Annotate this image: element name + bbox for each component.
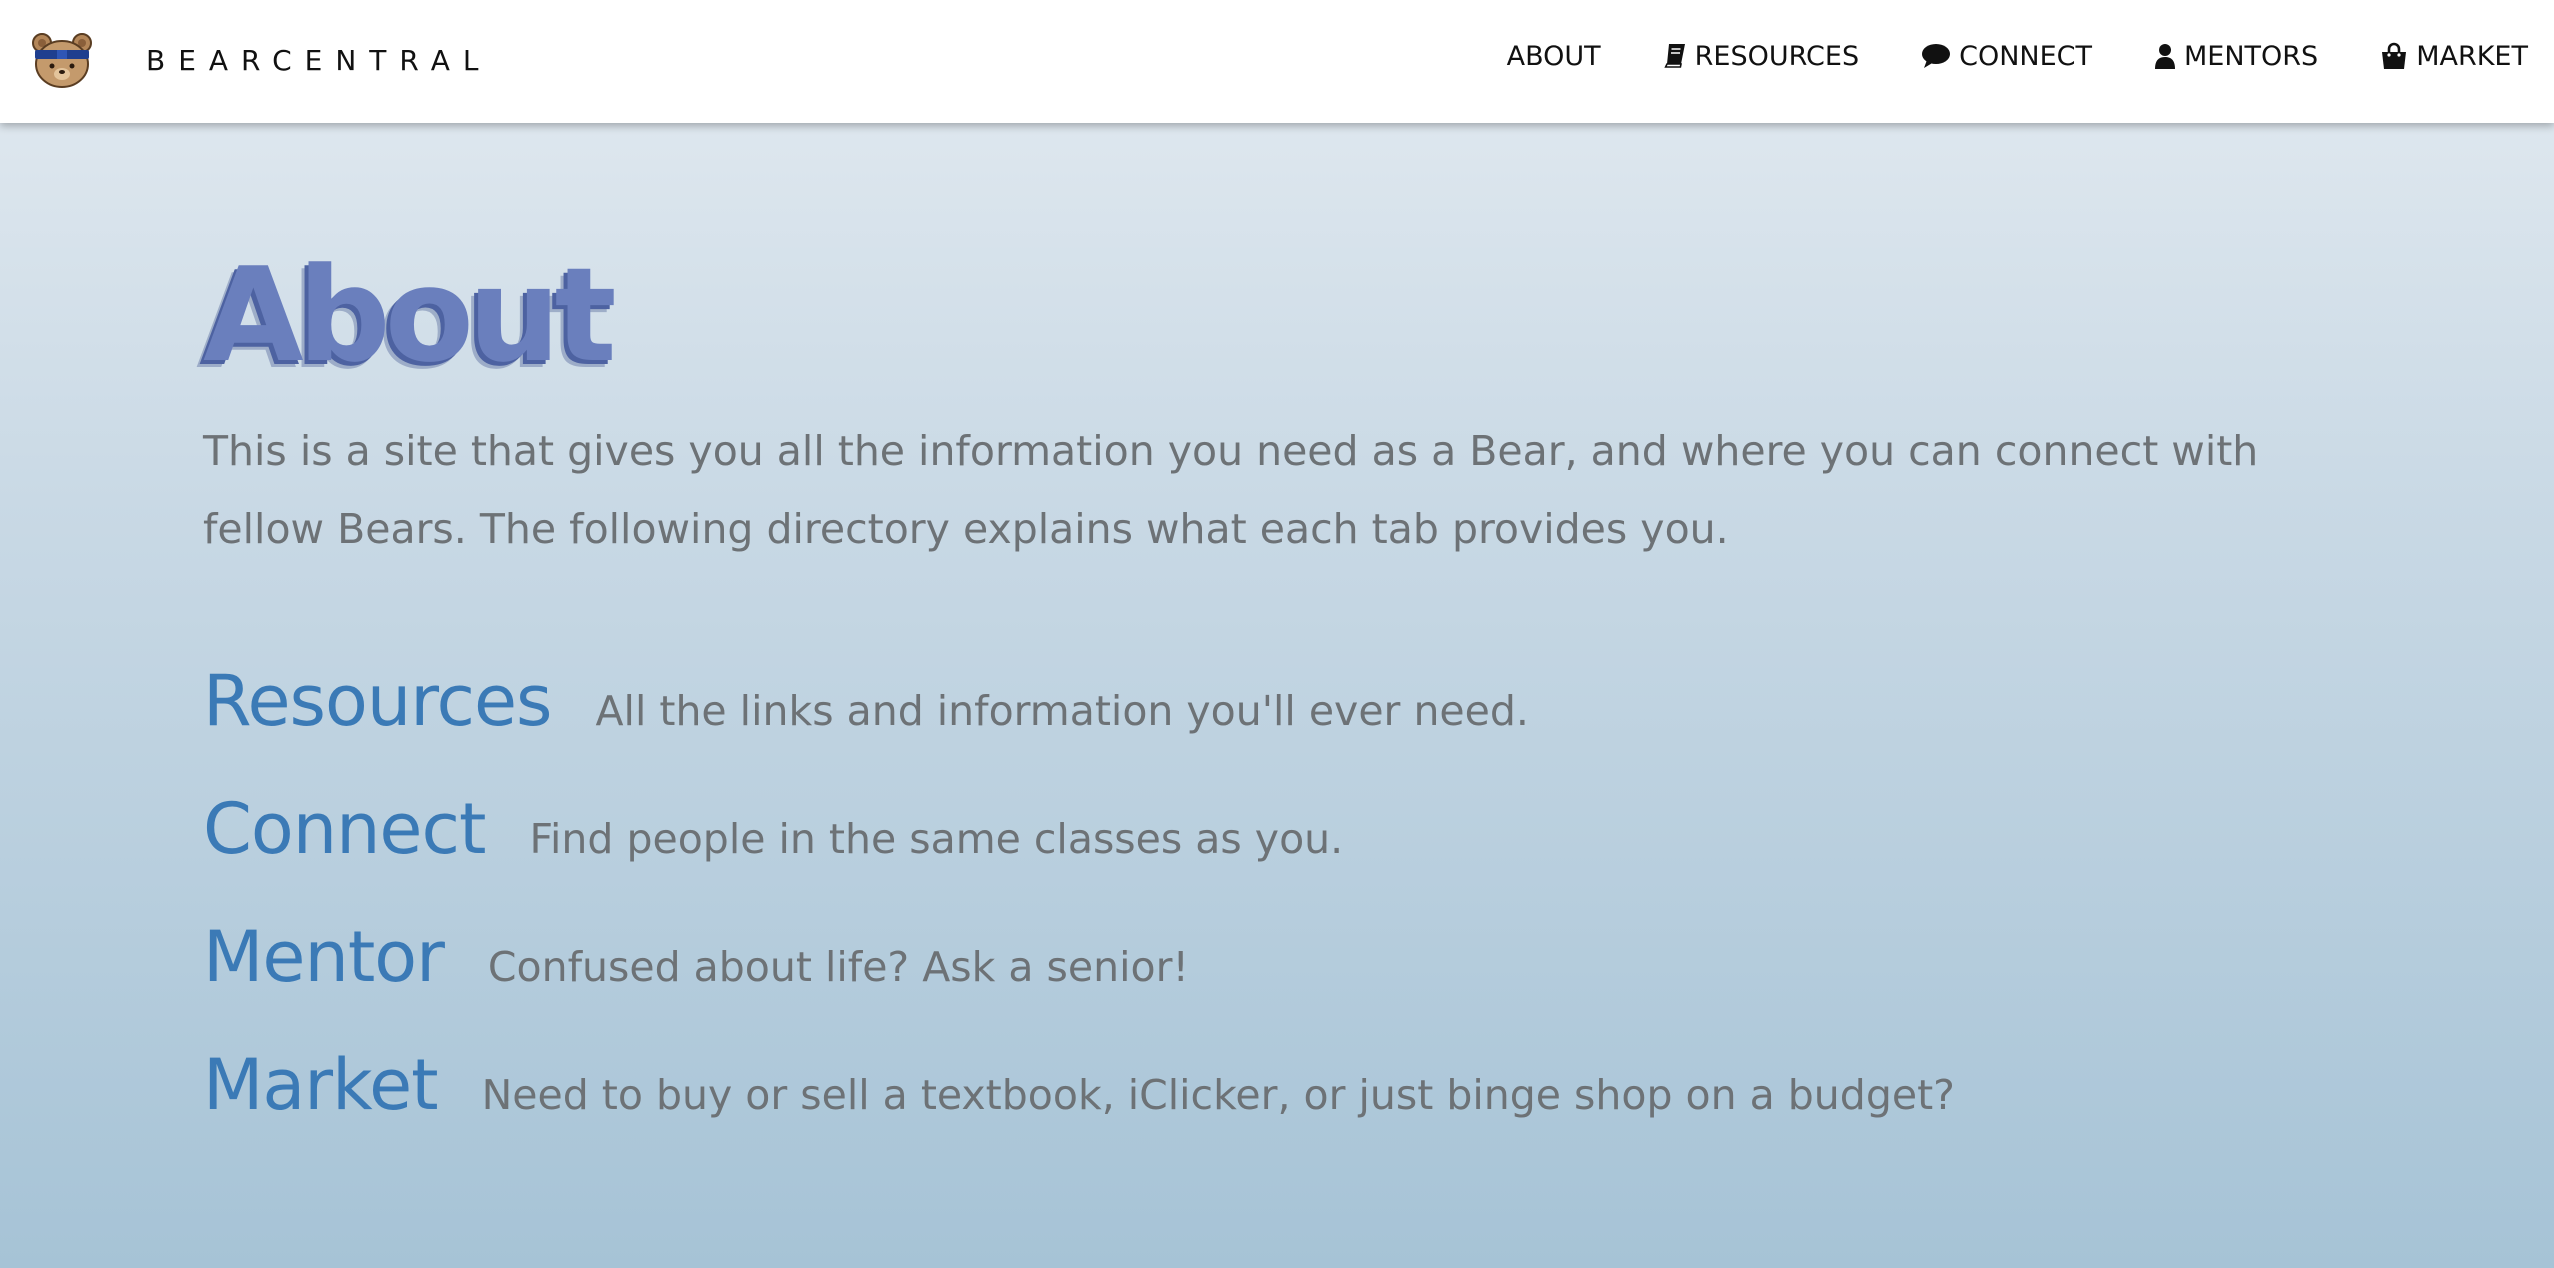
nav-resources[interactable]: RESOURCES xyxy=(1663,41,1859,72)
directory-description: Need to buy or sell a textbook, iClicker… xyxy=(481,1071,1955,1119)
nav-about-label: ABOUT xyxy=(1506,40,1601,72)
nav-connect-label: CONNECT xyxy=(1959,40,2092,72)
directory-link-resources[interactable]: Resources xyxy=(203,660,552,742)
directory-item-connect: Connect Find people in the same classes … xyxy=(203,788,2383,916)
nav-market-label: MARKET xyxy=(2416,40,2528,72)
nav-mentors-label: MENTORS xyxy=(2184,40,2319,72)
brand-name: BEARCENTRAL xyxy=(146,43,492,77)
about-section: About This is a site that gives you all … xyxy=(203,240,2383,1172)
top-navbar: BEARCENTRAL ABOUT RESOURCES CONNECT MENT… xyxy=(0,0,2554,123)
nav-mentors[interactable]: MENTORS xyxy=(2154,41,2318,72)
brand-link[interactable]: BEARCENTRAL xyxy=(30,30,491,90)
directory-list: Resources All the links and information … xyxy=(203,660,2383,1172)
intro-text: This is a site that gives you all the in… xyxy=(203,427,2259,553)
directory-description: Find people in the same classes as you. xyxy=(529,815,1344,863)
bear-logo-icon xyxy=(32,33,92,88)
main-nav: ABOUT RESOURCES CONNECT MENTORS MARKET xyxy=(1445,0,2528,112)
nav-resources-label: RESOURCES xyxy=(1694,40,1860,72)
directory-link-market[interactable]: Market xyxy=(203,1044,439,1126)
nav-about[interactable]: ABOUT xyxy=(1507,41,1601,72)
shopping-bag-icon xyxy=(2382,42,2407,69)
directory-item-resources: Resources All the links and information … xyxy=(203,660,2383,788)
directory-item-mentor: Mentor Confused about life? Ask a senior… xyxy=(203,916,2383,1044)
user-icon xyxy=(2155,44,2175,69)
book-icon xyxy=(1663,44,1685,68)
directory-item-market: Market Need to buy or sell a textbook, i… xyxy=(203,1044,2383,1172)
page-title: About xyxy=(203,239,617,391)
directory-link-connect[interactable]: Connect xyxy=(203,788,486,870)
directory-link-mentor[interactable]: Mentor xyxy=(203,916,445,998)
nav-market[interactable]: MARKET xyxy=(2380,41,2528,72)
directory-description: Confused about life? Ask a senior! xyxy=(487,943,1189,991)
nav-connect[interactable]: CONNECT xyxy=(1921,41,2092,72)
speech-bubble-icon xyxy=(1922,44,1951,68)
directory-description: All the links and information you'll eve… xyxy=(595,687,1529,735)
